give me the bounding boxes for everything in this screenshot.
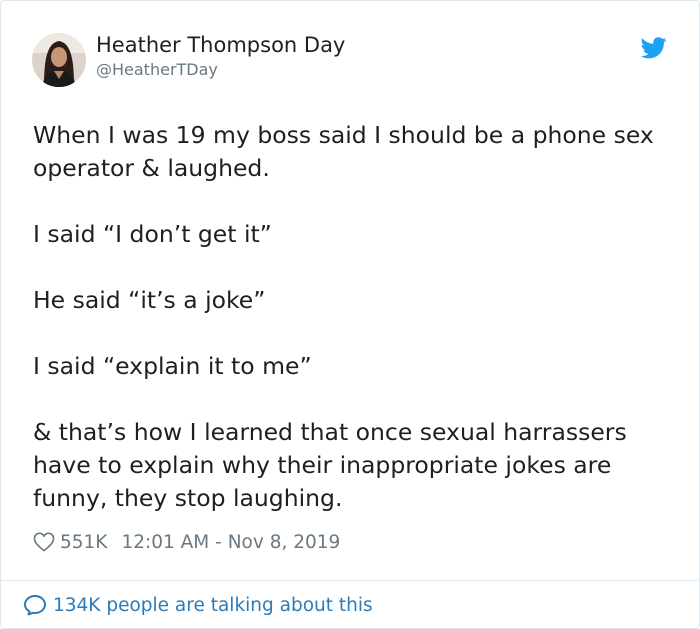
tweet-line: have to explain why their inappropriate …: [33, 451, 612, 479]
tweet-line: He said “it’s a joke”: [33, 286, 266, 314]
tweet-card: Heather Thompson Day @HeatherTDay When I…: [0, 0, 700, 629]
tweet-text: When I was 19 my boss said I should be a…: [33, 119, 673, 515]
tweet-line: & that’s how I learned that once sexual …: [33, 418, 627, 446]
divider: [1, 580, 699, 581]
author-handle[interactable]: @HeatherTDay: [96, 60, 218, 79]
like-button[interactable]: 551K: [33, 532, 121, 553]
timestamp-link[interactable]: 12:01 AM - Nov 8, 2019: [121, 532, 340, 553]
twitter-bird-icon[interactable]: [641, 37, 667, 59]
tweet-line: I said “explain it to me”: [33, 352, 312, 380]
speech-bubble-icon: [24, 595, 46, 616]
tweet-line: funny, they stop laughing.: [33, 484, 343, 512]
heart-icon: [33, 532, 55, 552]
tweet-line: operator & laughed.: [33, 154, 270, 182]
author-name[interactable]: Heather Thompson Day: [96, 33, 345, 57]
tweet-header: Heather Thompson Day @HeatherTDay: [32, 31, 669, 89]
likes-count: 551K: [60, 531, 108, 553]
avatar-photo: [32, 33, 86, 87]
tweet-line: I said “I don’t get it”: [33, 220, 272, 248]
tweet-line: When I was 19 my boss said I should be a…: [33, 121, 654, 149]
conversation-link[interactable]: 134K people are talking about this: [23, 591, 373, 619]
avatar[interactable]: [32, 33, 86, 87]
conversation-text: 134K people are talking about this: [53, 594, 373, 616]
tweet-meta: 551K 12:01 AM - Nov 8, 2019: [33, 528, 340, 556]
